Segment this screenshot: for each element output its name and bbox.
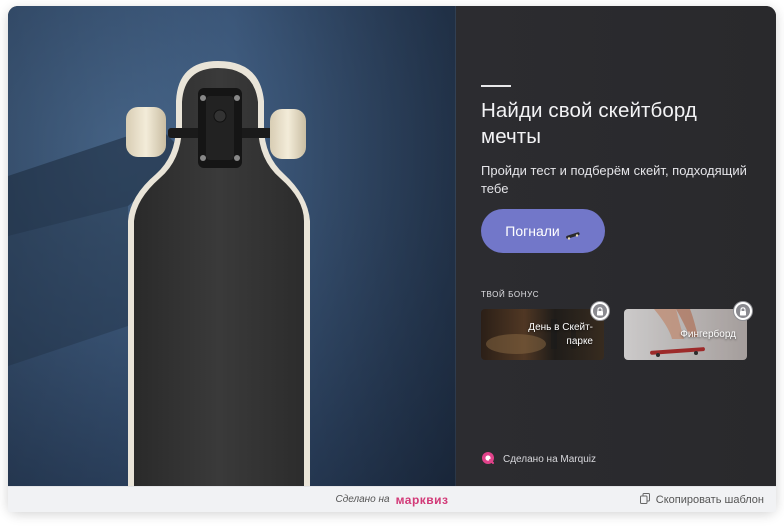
bonus-card-skatepark[interactable]: День в Скейт-парке	[481, 301, 610, 360]
page-subtitle: Пройди тест и подберём скейт, подходящий…	[481, 163, 747, 196]
accent-line	[481, 85, 511, 87]
copy-icon	[639, 492, 650, 507]
start-button[interactable]: Погнали	[481, 209, 605, 253]
copy-template-button[interactable]: Скопировать шаблон	[639, 487, 764, 512]
made-with-marquiz-link[interactable]: Сделано на Marquiz	[481, 451, 596, 468]
marquiz-logo-icon	[481, 451, 495, 468]
bonus-label: твой бонус	[481, 290, 540, 299]
start-button-label: Погнали	[505, 223, 560, 239]
quiz-intro-panel: Найди свой скейтборд мечты Пройди тест и…	[456, 6, 776, 486]
lock-icon	[590, 301, 610, 321]
skateboard-photo	[8, 6, 456, 486]
footer-made-label: Сделано на	[335, 494, 390, 505]
copy-template-label: Скопировать шаблон	[655, 493, 764, 506]
made-with-label: Сделано на Marquiz	[503, 454, 596, 465]
brand-logo[interactable]: марквиз	[396, 493, 449, 507]
page-title: Найди свой скейтборд мечты	[481, 99, 697, 148]
bonus-card-fingerboard[interactable]: Фингерборд	[624, 301, 753, 360]
skateboard-icon	[565, 227, 581, 240]
bonus-card-label: День в Скейт-парке	[528, 321, 593, 347]
quiz-start-card: Найди свой скейтборд мечты Пройди тест и…	[8, 6, 776, 511]
bonus-card-label: Фингерборд	[680, 328, 736, 340]
lock-icon	[733, 301, 753, 321]
template-footer: Сделано на марквиз Скопировать шаблон	[8, 486, 776, 512]
